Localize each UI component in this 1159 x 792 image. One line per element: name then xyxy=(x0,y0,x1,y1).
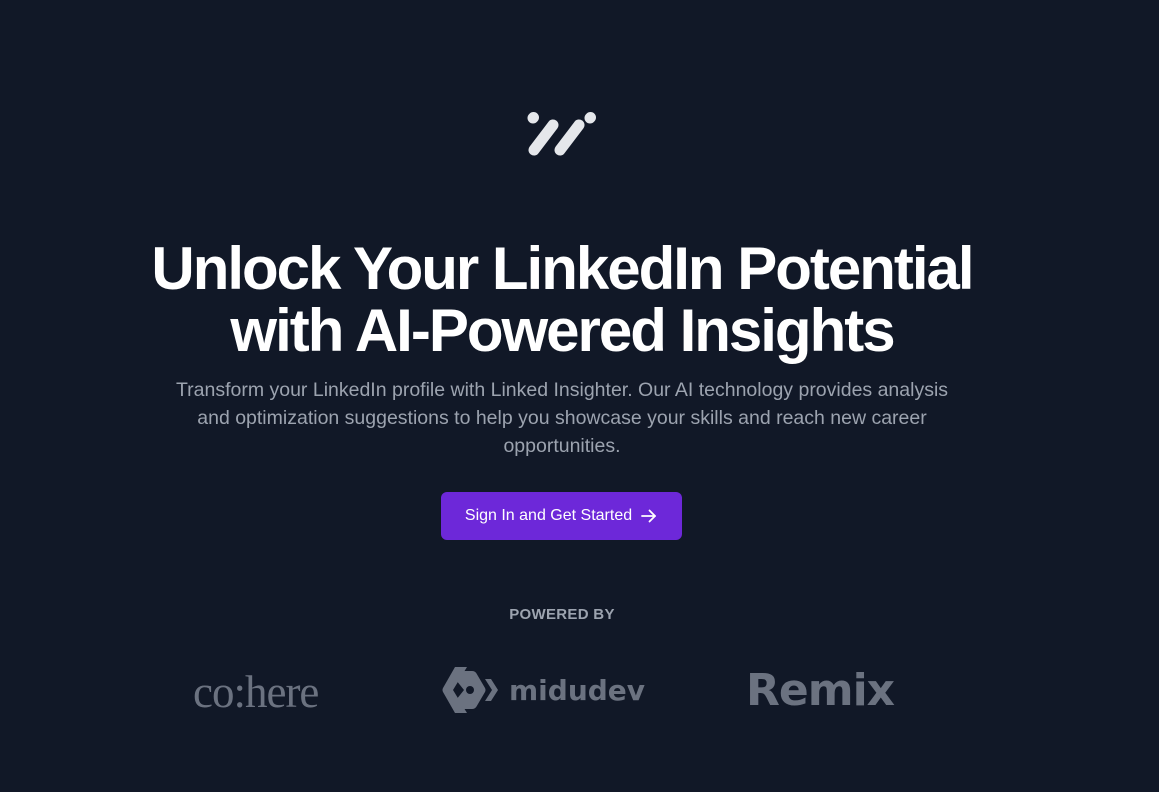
hero-title: Unlock Your LinkedIn Potential with AI-P… xyxy=(0,238,1124,362)
remix-logo-text: Remix xyxy=(746,664,895,716)
powered-by-label: POWERED BY xyxy=(509,606,615,623)
sign-in-get-started-button[interactable]: Sign In and Get Started xyxy=(441,492,682,540)
cohere-logo-text: co:here xyxy=(193,667,319,717)
arrow-right-icon xyxy=(641,509,657,523)
sponsor-midudev-link[interactable]: midudev xyxy=(441,664,645,716)
hero-title-line-2: with AI-Powered Insights xyxy=(230,297,895,364)
hero-subtitle: Transform your LinkedIn profile with Lin… xyxy=(175,379,949,457)
sponsor-cohere-link[interactable]: co:here xyxy=(193,664,319,720)
landing-page: Unlock Your LinkedIn Potential with AI-P… xyxy=(0,0,1159,792)
sponsor-remix-link[interactable]: Remix xyxy=(746,664,895,716)
midudev-logo-icon xyxy=(442,667,498,713)
midudev-logo-text: midudev xyxy=(509,673,646,707)
hero-title-line-1: Unlock Your LinkedIn Potential xyxy=(151,235,974,302)
brand-slashes-icon xyxy=(527,112,596,156)
cta-label: Sign In and Get Started xyxy=(464,507,633,524)
